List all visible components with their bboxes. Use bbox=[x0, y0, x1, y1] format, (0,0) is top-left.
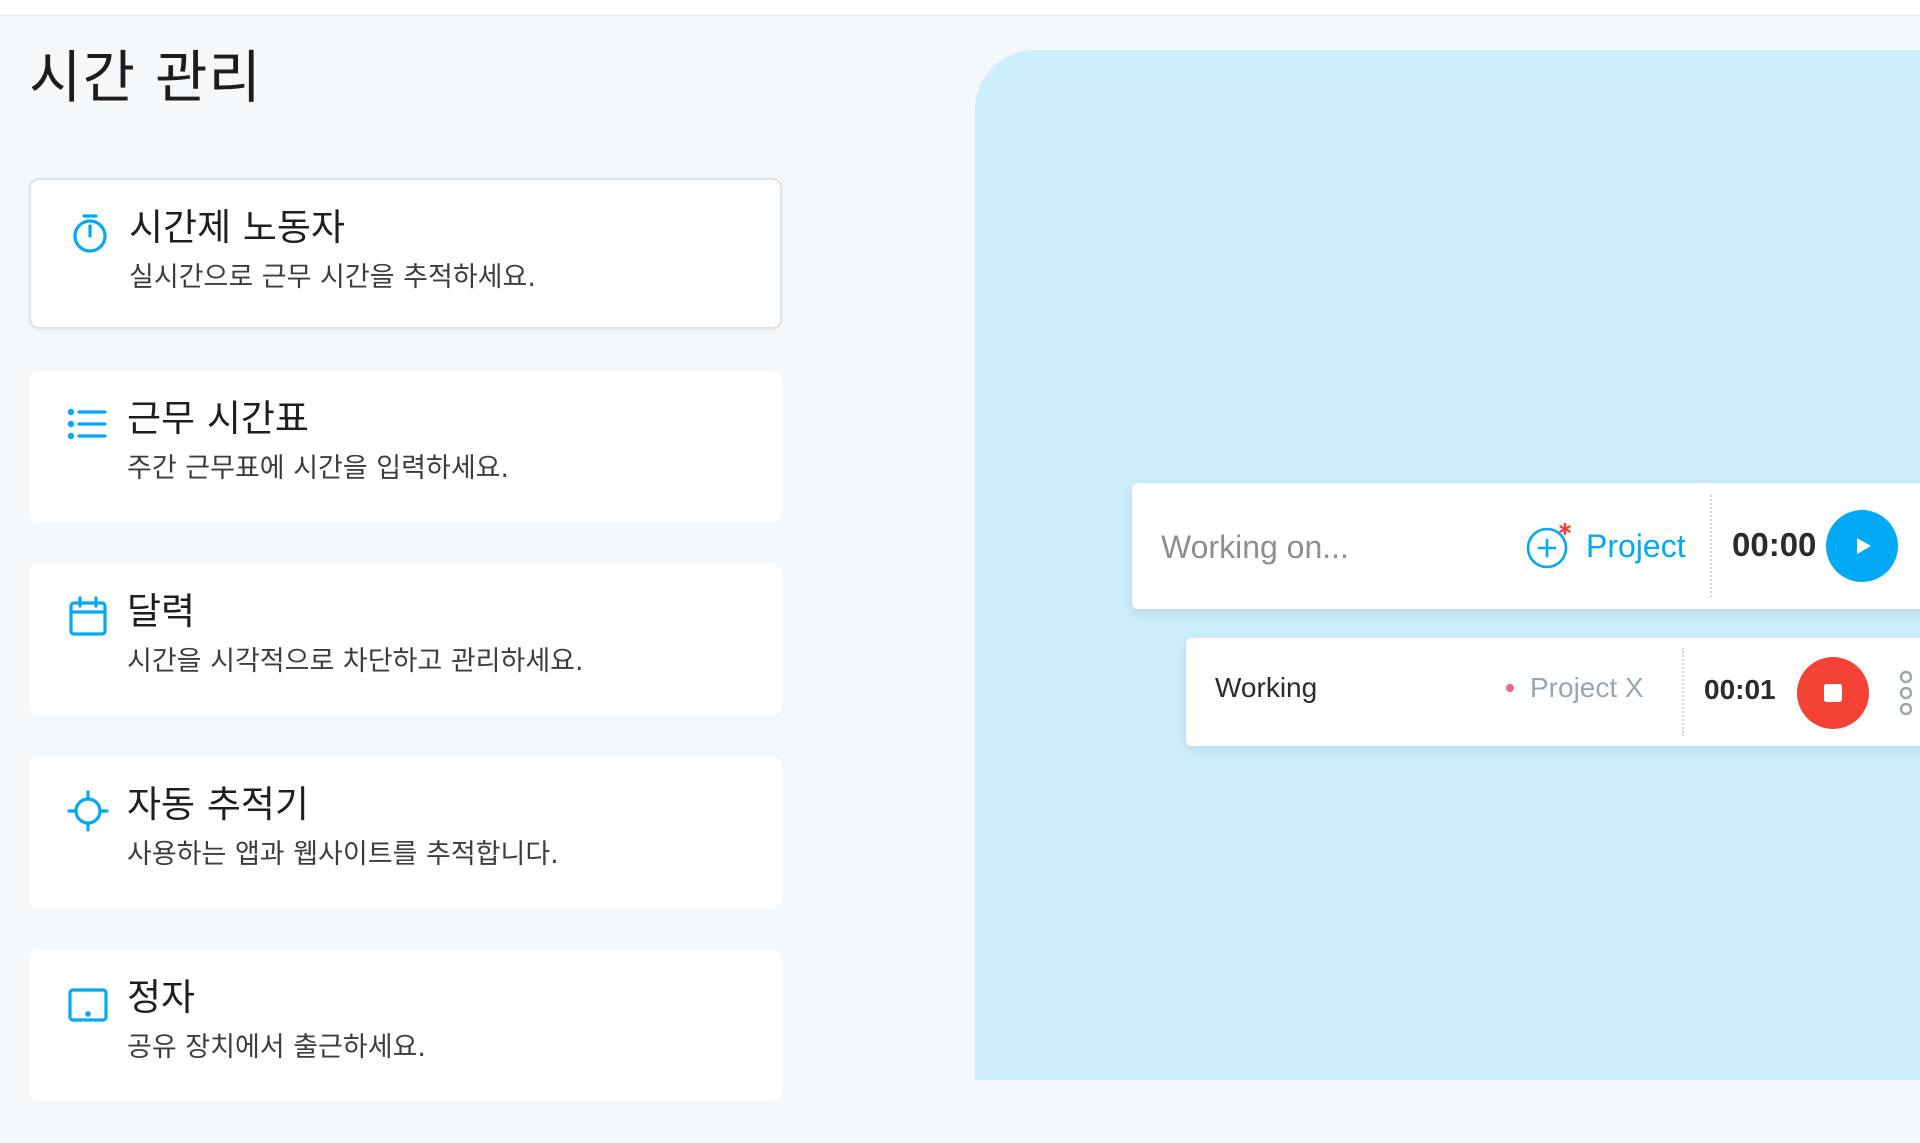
feature-title: 달력 bbox=[127, 590, 196, 633]
feature-title: 자동 추적기 bbox=[127, 783, 309, 826]
project-color-dot bbox=[1506, 684, 1514, 692]
entry-project-label: Project X bbox=[1530, 672, 1644, 703]
play-icon bbox=[1857, 538, 1871, 554]
list-icon bbox=[65, 401, 111, 447]
divider bbox=[1710, 495, 1712, 597]
feature-card-auto-tracker[interactable]: 자동 추적기 사용하는 앱과 웹사이트를 추적합니다. bbox=[29, 757, 782, 908]
project-picker[interactable]: Project bbox=[1524, 516, 1686, 576]
entry-project[interactable]: Project X bbox=[1506, 672, 1644, 704]
divider bbox=[1682, 648, 1684, 736]
timer-display: 00:00 bbox=[1732, 526, 1817, 563]
description-input[interactable] bbox=[1159, 519, 1493, 575]
top-bar bbox=[0, 0, 1920, 16]
feature-description: 실시간으로 근무 시간을 추적하세요. bbox=[129, 262, 536, 293]
stop-timer-button[interactable] bbox=[1797, 657, 1869, 729]
start-timer-button[interactable] bbox=[1826, 510, 1898, 582]
feature-card-calendar[interactable]: 달력 시간을 시각적으로 차단하고 관리하세요. bbox=[29, 564, 782, 715]
stop-icon bbox=[1824, 684, 1842, 702]
entry-timer: 00:01 bbox=[1704, 674, 1776, 705]
add-project-icon bbox=[1526, 522, 1571, 569]
feature-title: 시간제 노동자 bbox=[129, 206, 346, 249]
preview-panel: Project 00:00 Working Project X 00:01 bbox=[975, 50, 1920, 1080]
feature-card-timesheet[interactable]: 근무 시간표 주간 근무표에 시간을 입력하세요. bbox=[29, 371, 782, 522]
entry-description[interactable]: Working bbox=[1215, 672, 1317, 704]
feature-card-timer[interactable]: 시간제 노동자 실시간으로 근무 시간을 추적하세요. bbox=[29, 178, 782, 329]
calendar-icon bbox=[65, 594, 111, 640]
stopwatch-icon bbox=[67, 210, 113, 256]
more-options-icon[interactable] bbox=[1896, 670, 1916, 720]
timer-tracker-bar: Project 00:00 bbox=[1132, 483, 1920, 609]
feature-card-kiosk[interactable]: 정자 공유 장치에서 출근하세요. bbox=[29, 950, 782, 1101]
feature-title: 근무 시간표 bbox=[127, 397, 309, 440]
feature-description: 공유 장치에서 출근하세요. bbox=[127, 1032, 426, 1063]
feature-list: 시간제 노동자 실시간으로 근무 시간을 추적하세요. 근무 시간표 주간 근무… bbox=[29, 178, 782, 1143]
time-entry-row: Working Project X 00:01 bbox=[1186, 638, 1920, 746]
crosshair-icon bbox=[65, 787, 111, 833]
feature-description: 시간을 시각적으로 차단하고 관리하세요. bbox=[127, 646, 584, 677]
feature-title: 정자 bbox=[127, 976, 196, 1019]
feature-description: 주간 근무표에 시간을 입력하세요. bbox=[127, 453, 510, 484]
feature-description: 사용하는 앱과 웹사이트를 추적합니다. bbox=[127, 839, 559, 870]
page-title: 시간 관리 bbox=[29, 45, 262, 111]
tablet-icon bbox=[65, 980, 111, 1026]
project-picker-label: Project bbox=[1586, 527, 1686, 564]
